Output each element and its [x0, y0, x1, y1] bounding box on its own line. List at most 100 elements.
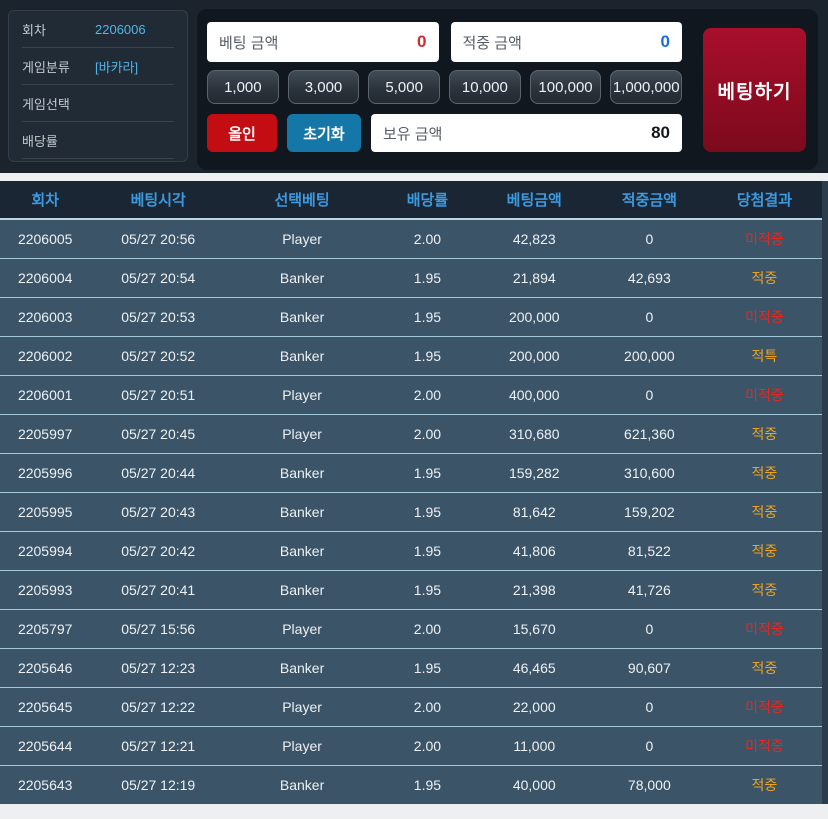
- cell-win-amount: 0: [591, 374, 707, 414]
- cell-win-amount: 41,726: [591, 569, 707, 609]
- column-header: 당첨결과: [706, 181, 822, 220]
- cell-result: 적중: [706, 413, 822, 453]
- cell-bet-time: 05/27 20:56: [90, 219, 227, 258]
- cell-round: 2205995: [0, 491, 91, 531]
- cell-odds: 1.95: [378, 335, 477, 375]
- cell-selected-bet: Banker: [226, 452, 379, 492]
- column-header-label: 적중금액: [621, 192, 677, 209]
- cell-selected-bet: Player: [226, 725, 379, 765]
- cell-win-amount: 310,600: [591, 452, 707, 492]
- cell-odds: 2.00: [378, 374, 477, 414]
- column-header-label: 당첨결과: [736, 192, 793, 209]
- cell-result: 적중: [706, 764, 822, 804]
- cell-bet-amount: 200,000: [476, 296, 592, 336]
- bet-panel: 베팅 금액 0 적중 금액 0 1,000 3,000 5,000 10,000 100…: [197, 9, 818, 170]
- all-in-button[interactable]: 올인: [207, 114, 277, 152]
- info-row-round: 회차 2206006: [22, 11, 174, 48]
- cell-bet-amount: 400,000: [476, 374, 592, 414]
- game-category-label: 게임분류: [22, 59, 70, 75]
- chip-button[interactable]: 100,000: [529, 70, 602, 104]
- cell-result: 적특: [706, 335, 822, 375]
- column-header: 회차: [0, 181, 91, 220]
- game-category-value: [바카라]: [95, 59, 139, 75]
- win-amount-input[interactable]: 적중 금액 0: [450, 22, 682, 62]
- chip-button-label: 3,000: [304, 78, 343, 96]
- cell-win-amount: 621,360: [591, 413, 707, 453]
- cell-selected-bet: Player: [226, 686, 379, 726]
- cell-odds: 2.00: [378, 219, 477, 258]
- cell-round: 2205645: [0, 686, 91, 726]
- bet-controls: 베팅 금액 0 적중 금액 0 1,000 3,000 5,000 10,000 100…: [207, 22, 683, 152]
- table-row: 2206005 05/27 20:56 Player 2.00 42,823 0…: [0, 219, 822, 258]
- cell-result: 미적중: [706, 608, 822, 648]
- cell-selected-bet: Banker: [226, 764, 379, 804]
- reset-button[interactable]: 초기화: [287, 114, 361, 152]
- cell-bet-amount: 21,894: [476, 257, 592, 297]
- round-label: 회차: [22, 22, 46, 38]
- cell-result: 적중: [706, 647, 822, 687]
- column-header-label: 베팅금액: [506, 192, 562, 209]
- cell-bet-amount: 40,000: [476, 764, 592, 804]
- cell-bet-time: 05/27 20:43: [90, 491, 227, 531]
- table-row: 2206004 05/27 20:54 Banker 1.95 21,894 4…: [0, 257, 822, 297]
- cell-odds: 1.95: [378, 569, 477, 609]
- cell-bet-time: 05/27 20:42: [90, 530, 227, 570]
- cell-odds: 2.00: [378, 608, 477, 648]
- cell-round: 2206004: [0, 257, 91, 297]
- cell-bet-time: 05/27 20:53: [90, 296, 227, 336]
- chip-button[interactable]: 1,000,000: [610, 70, 683, 104]
- table-body: 2206005 05/27 20:56 Player 2.00 42,823 0…: [0, 219, 822, 804]
- table-row: 2206003 05/27 20:53 Banker 1.95 200,000 …: [0, 296, 822, 336]
- cell-round: 2205797: [0, 608, 91, 648]
- table-row: 2205995 05/27 20:43 Banker 1.95 81,642 1…: [0, 491, 822, 531]
- table-row: 2205994 05/27 20:42 Banker 1.95 41,806 8…: [0, 530, 822, 570]
- bet-amount-input[interactable]: 베팅 금액 0: [207, 22, 439, 62]
- cell-result: 적중: [706, 569, 822, 609]
- cell-selected-bet: Banker: [226, 296, 379, 336]
- cell-selected-bet: Player: [226, 608, 379, 648]
- balance-value: 80: [651, 123, 670, 142]
- cell-odds: 1.95: [378, 491, 477, 531]
- cell-bet-time: 05/27 20:52: [90, 335, 227, 375]
- chip-buttons-row: 1,000 3,000 5,000 10,000 100,000 1,000,000: [207, 70, 683, 104]
- column-header-label: 회차: [31, 192, 59, 209]
- cell-round: 2205643: [0, 764, 91, 804]
- cell-win-amount: 0: [591, 296, 707, 336]
- chip-button[interactable]: 5,000: [368, 70, 441, 104]
- cell-win-amount: 0: [591, 686, 707, 726]
- cell-win-amount: 0: [591, 725, 707, 765]
- cell-odds: 1.95: [378, 296, 477, 336]
- table-row: 2205997 05/27 20:45 Player 2.00 310,680 …: [0, 413, 822, 453]
- cell-bet-time: 05/27 15:56: [90, 608, 227, 648]
- table-header-row: 회차 베팅시각 선택베팅 배당률 베팅금액 적중금액 당첨결과: [0, 181, 822, 220]
- cell-bet-amount: 41,806: [476, 530, 592, 570]
- cell-bet-amount: 159,282: [476, 452, 592, 492]
- cell-selected-bet: Player: [226, 374, 379, 414]
- game-select-label: 게임선택: [22, 96, 70, 112]
- cell-result: 적중: [706, 452, 822, 492]
- table-row: 2205643 05/27 12:19 Banker 1.95 40,000 7…: [0, 764, 822, 804]
- column-header-label: 선택베팅: [274, 192, 330, 209]
- place-bet-button[interactable]: 베팅하기: [703, 28, 806, 152]
- cell-bet-amount: 15,670: [476, 608, 592, 648]
- cell-win-amount: 159,202: [591, 491, 707, 531]
- cell-bet-amount: 22,000: [476, 686, 592, 726]
- odds-label: 배당률: [22, 133, 58, 149]
- cell-bet-time: 05/27 12:19: [90, 764, 227, 804]
- cell-win-amount: 42,693: [591, 257, 707, 297]
- chip-button[interactable]: 1,000: [207, 70, 279, 104]
- cell-odds: 1.95: [378, 647, 477, 687]
- column-header: 선택베팅: [226, 181, 379, 220]
- chip-button[interactable]: 10,000: [449, 70, 521, 104]
- chip-button[interactable]: 3,000: [287, 70, 360, 104]
- cell-win-amount: 78,000: [591, 764, 707, 804]
- cell-bet-amount: 21,398: [476, 569, 592, 609]
- cell-round: 2205644: [0, 725, 91, 765]
- bet-amount-value: 0: [417, 32, 427, 51]
- cell-odds: 2.00: [378, 725, 477, 765]
- column-header: 적중금액: [591, 181, 707, 220]
- cell-result: 미적중: [706, 374, 822, 414]
- cell-selected-bet: Banker: [226, 530, 379, 570]
- cell-odds: 1.95: [378, 257, 477, 297]
- cell-result: 적중: [706, 530, 822, 570]
